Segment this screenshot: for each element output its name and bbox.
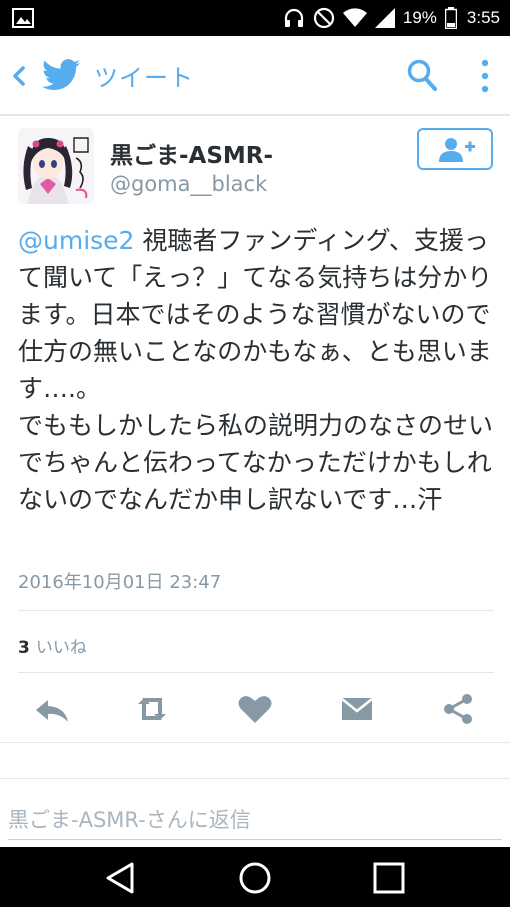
- battery-percent: 19%: [402, 8, 437, 27]
- image-icon: [12, 8, 34, 28]
- like-count[interactable]: 3 いいね: [18, 633, 87, 658]
- user-handle[interactable]: @goma__black: [110, 172, 267, 196]
- nav-home-icon[interactable]: [238, 861, 272, 895]
- do-not-disturb-icon: [313, 7, 334, 29]
- back-icon[interactable]: [8, 62, 30, 90]
- share-icon[interactable]: [438, 692, 478, 726]
- tweet-body: 視聴者ファンディング、支援って聞いて「えっ？」てなる気持ちは分かります。日本では…: [18, 226, 494, 514]
- divider: [18, 610, 494, 611]
- status-icons: 19% 3:55: [283, 6, 500, 30]
- system-nav-bar: [0, 847, 510, 907]
- follow-button[interactable]: [417, 128, 493, 170]
- like-count-label: いいね: [35, 638, 87, 658]
- divider: [0, 742, 510, 743]
- status-bar: 19% 3:55: [0, 0, 510, 36]
- avatar-illustration: [18, 128, 94, 204]
- app-bar: ツイート: [0, 36, 510, 116]
- reply-icon[interactable]: [32, 692, 72, 726]
- tweet-actions: [0, 686, 510, 732]
- add-user-icon: [439, 138, 475, 162]
- page-title: ツイート: [94, 64, 194, 92]
- search-icon[interactable]: [406, 58, 438, 92]
- display-name[interactable]: 黒ごま-ASMR-: [110, 136, 273, 170]
- tweet-text: @umise2 視聴者ファンディング、支援って聞いて「えっ？」てなる気持ちは分か…: [18, 222, 498, 518]
- twitter-bird-icon[interactable]: [42, 58, 80, 92]
- avatar[interactable]: [18, 128, 94, 204]
- screen: 19% 3:55 ツイート 黒ごま-ASMR- @goma__black @um…: [0, 0, 510, 907]
- wifi-icon: [342, 8, 367, 27]
- signal-icon: [374, 8, 395, 28]
- like-count-number: 3: [18, 638, 30, 658]
- reply-input[interactable]: [8, 800, 502, 840]
- retweet-icon[interactable]: [132, 692, 172, 726]
- headphones-icon: [284, 8, 303, 27]
- nav-recents-icon[interactable]: [372, 861, 406, 895]
- clock: 3:55: [466, 8, 500, 27]
- battery-icon: [444, 7, 457, 29]
- like-heart-icon[interactable]: [235, 692, 275, 726]
- direct-message-icon[interactable]: [337, 692, 377, 726]
- nav-back-icon[interactable]: [104, 861, 138, 895]
- divider: [0, 778, 510, 779]
- tweet-timestamp: 2016年10月01日 23:47: [18, 572, 222, 593]
- divider: [18, 672, 494, 673]
- more-vert-icon[interactable]: [478, 58, 492, 94]
- mention-link[interactable]: @umise2: [18, 226, 134, 255]
